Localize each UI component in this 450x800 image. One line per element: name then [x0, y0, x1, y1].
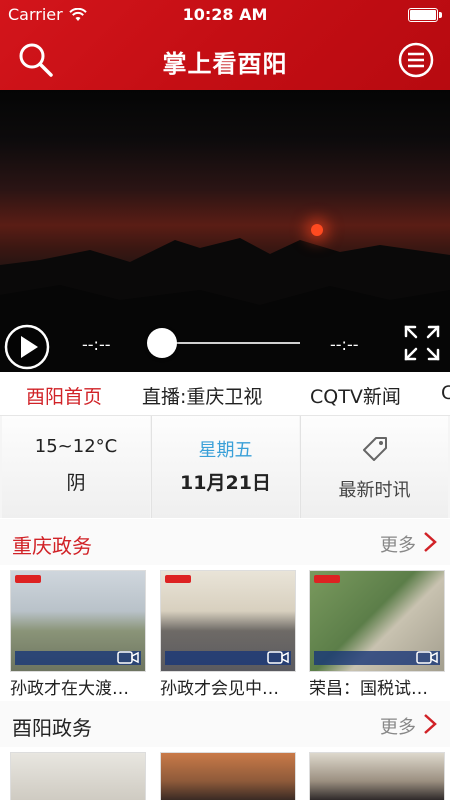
menu-icon[interactable]	[398, 42, 434, 78]
fullscreen-icon[interactable]	[403, 324, 441, 362]
video-frame	[0, 238, 450, 372]
channel-logo	[15, 575, 41, 583]
section-title: 重庆政务	[12, 534, 92, 558]
search-icon[interactable]	[16, 40, 56, 80]
chevron-right-icon[interactable]	[422, 531, 438, 553]
video-camera-icon	[117, 651, 139, 664]
news-thumbnail[interactable]	[10, 752, 146, 800]
tab-live-cqtv[interactable]: 直播:重庆卫视	[142, 382, 262, 409]
news-caption[interactable]: 荣昌：国税试…	[309, 674, 449, 699]
more-link[interactable]: 更多	[380, 713, 416, 739]
app-header: Carrier 10:28 AM 掌上看酉阳	[0, 0, 450, 90]
news-thumbnail[interactable]	[160, 752, 296, 800]
channel-logo	[165, 575, 191, 583]
elapsed-time: --:--	[82, 335, 111, 354]
tab-cqtv-news[interactable]: CQTV新闻	[310, 382, 401, 409]
info-cards: 15~12°C 阴 星期五 11月21日 最新时讯	[0, 416, 450, 518]
news-thumbnail[interactable]	[309, 752, 445, 800]
video-camera-icon	[416, 651, 438, 664]
more-link[interactable]: 更多	[380, 531, 416, 557]
latest-news-card[interactable]: 最新时讯	[300, 416, 448, 518]
date-label: 11月21日	[180, 472, 271, 494]
sun-glow	[311, 224, 323, 236]
channel-tabs: 酉阳首页 直播:重庆卫视 CQTV新闻 C	[0, 372, 450, 416]
status-time: 10:28 AM	[182, 5, 268, 24]
play-button[interactable]	[4, 324, 50, 370]
weekday-label: 星期五	[198, 440, 253, 461]
news-thumbnail[interactable]	[10, 570, 146, 672]
latest-news-label: 最新时讯	[338, 480, 411, 501]
news-thumbnail[interactable]	[160, 570, 296, 672]
news-caption[interactable]: 孙政才在大渡…	[10, 674, 150, 699]
news-thumbnail[interactable]	[309, 570, 445, 672]
weather-condition: 阴	[66, 472, 86, 494]
news-caption[interactable]: 孙政才会见中…	[160, 674, 300, 699]
chevron-right-icon[interactable]	[422, 713, 438, 735]
total-time: --:--	[330, 335, 359, 354]
tag-icon	[363, 437, 387, 461]
weather-card[interactable]: 15~12°C 阴	[2, 416, 150, 518]
channel-logo	[314, 575, 340, 583]
section-title: 酉阳政务	[12, 716, 92, 740]
status-bar: Carrier 10:28 AM	[0, 0, 450, 30]
tab-youyang-home[interactable]: 酉阳首页	[26, 382, 102, 409]
battery-icon	[408, 8, 442, 22]
video-player[interactable]	[0, 90, 450, 372]
section-youyang-gov: 酉阳政务 更多	[0, 701, 450, 747]
tab-partial[interactable]: C	[441, 382, 450, 404]
section-chongqing-gov: 重庆政务 更多	[0, 519, 450, 565]
progress-slider-thumb[interactable]	[147, 328, 177, 358]
video-camera-icon	[267, 651, 289, 664]
date-card[interactable]: 星期五 11月21日	[151, 416, 299, 518]
app-title: 掌上看酉阳	[162, 50, 288, 78]
weather-temperature: 15~12°C	[34, 436, 118, 457]
progress-track[interactable]	[160, 342, 300, 344]
